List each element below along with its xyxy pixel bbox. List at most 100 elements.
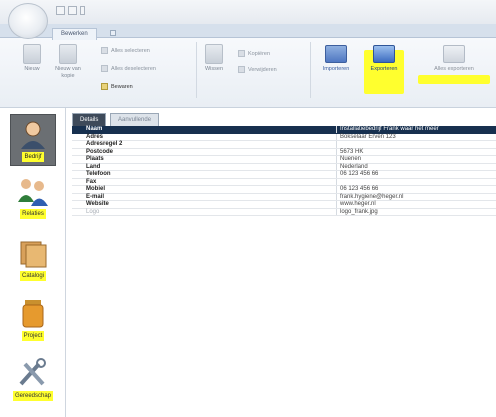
export-all-button[interactable]: Alles exporteren: [418, 45, 490, 73]
column-divider: [336, 126, 337, 133]
remove-label: Verwijderen: [248, 67, 277, 73]
new-button[interactable]: Nieuw: [14, 44, 50, 73]
table-row[interactable]: Naam Installatiebedrijf Frank waar het m…: [72, 126, 496, 134]
import-button[interactable]: Importeren: [314, 45, 358, 73]
field-label: Land: [86, 163, 101, 170]
copy-button[interactable]: Kopiëren: [238, 50, 270, 59]
tab-bewerken[interactable]: Bewerken: [52, 28, 97, 40]
export-button[interactable]: Exporteren: [364, 45, 404, 73]
tab-aanvullende[interactable]: Aanvullende: [110, 113, 160, 126]
remove-button[interactable]: Verwijderen: [238, 66, 277, 75]
nav-item-catalogi[interactable]: Catalogi: [10, 238, 56, 281]
column-divider: [336, 163, 337, 170]
new-from-copy-label-1: Nieuw van: [55, 66, 81, 72]
ribbon-separator: [310, 42, 311, 98]
table-row[interactable]: Adres Bokselaar Erven 123: [72, 133, 496, 142]
delete-label: Wissen: [204, 66, 224, 72]
save-icon: [101, 83, 108, 91]
new-from-copy-label-2: kopie: [61, 73, 75, 79]
tools-icon: [19, 358, 46, 386]
remove-icon: [238, 66, 245, 74]
column-divider: [336, 178, 337, 185]
table-row[interactable]: Telefoon 06 123 456 66: [72, 171, 496, 179]
deselect-all-label: Alles deselecteren: [111, 66, 156, 72]
field-value[interactable]: frank.hygiene@heger.nl: [340, 194, 403, 202]
select-all-label: Alles selecteren: [111, 48, 150, 54]
field-label: Adresregel 2: [86, 141, 123, 147]
document-icon: [23, 44, 41, 64]
highlight-mark: [418, 75, 490, 84]
nav-label-gereedschap: Gereedschap: [12, 391, 54, 401]
field-label: Adres: [86, 133, 104, 140]
delete-button[interactable]: Wissen: [196, 44, 232, 73]
undo-icon[interactable]: [68, 6, 77, 15]
column-divider: [336, 171, 337, 178]
column-divider: [336, 193, 337, 200]
nav-label-relaties: Relaties: [20, 209, 46, 219]
help-icon[interactable]: [110, 30, 116, 36]
field-label: Naam: [86, 126, 103, 132]
deselect-all-button[interactable]: Alles deselecteren: [101, 65, 156, 74]
nav-item-gereedschap[interactable]: Gereedschap: [10, 358, 56, 401]
new-from-copy-button[interactable]: Nieuw van kopie: [50, 44, 86, 80]
export-all-icon: [443, 45, 465, 63]
chevron-down-icon[interactable]: [80, 6, 85, 15]
table-row[interactable]: E-mail frank.hygiene@heger.nl: [72, 193, 496, 202]
save-button[interactable]: Bewaren: [101, 83, 133, 92]
table-row[interactable]: Plaats Nuenen: [72, 156, 496, 164]
field-value[interactable]: logo_frank.jpg: [340, 209, 378, 217]
field-value[interactable]: Bokselaar Erven 123: [340, 134, 396, 142]
table-row[interactable]: Adresregel 2: [72, 141, 496, 149]
table-row[interactable]: Postcode 5673 HK: [72, 148, 496, 157]
column-divider: [336, 156, 337, 163]
import-label: Importeren: [322, 66, 350, 72]
property-grid: Naam Installatiebedrijf Frank waar het m…: [72, 126, 496, 216]
copy-icon: [238, 50, 245, 58]
import-icon: [325, 45, 347, 63]
field-value[interactable]: www.heger.nl: [340, 201, 376, 209]
table-row[interactable]: Land Nederland: [72, 163, 496, 172]
table-icon: [205, 44, 223, 64]
field-value[interactable]: Nuenen: [340, 156, 361, 164]
table-row[interactable]: Logo logo_frank.jpg: [72, 208, 496, 217]
application-menu-button[interactable]: [8, 3, 48, 39]
nav-item-bedrijf[interactable]: Bedrijf: [10, 114, 56, 166]
export-icon: [373, 45, 395, 63]
column-divider: [336, 148, 337, 155]
export-all-label: Alles exporteren: [434, 66, 474, 72]
nav-label-project: Project: [21, 331, 45, 341]
copy-label: Kopiëren: [248, 51, 271, 57]
new-label: Nieuw: [24, 66, 40, 72]
table-row[interactable]: Fax: [72, 178, 496, 186]
export-label: Exporteren: [370, 66, 398, 72]
field-value[interactable]: Nederland: [340, 164, 368, 172]
field-value[interactable]: 06 123 456 66: [340, 186, 378, 194]
nav-item-project[interactable]: Project: [10, 298, 56, 341]
column-divider: [336, 133, 337, 140]
column-divider: [336, 141, 337, 148]
nav-item-relaties[interactable]: Relaties: [10, 176, 56, 219]
copy-document-icon: [59, 44, 77, 64]
save-icon[interactable]: [56, 6, 65, 15]
column-divider: [336, 208, 337, 215]
table-row[interactable]: Website www.heger.nl: [72, 201, 496, 209]
field-value[interactable]: 06 123 456 66: [340, 171, 378, 179]
save-label: Bewaren: [111, 84, 133, 90]
field-label: Mobiel: [86, 186, 105, 192]
field-label: Fax: [86, 178, 97, 185]
person-icon: [21, 121, 45, 149]
select-all-button[interactable]: Alles selecteren: [101, 47, 150, 56]
select-all-icon: [101, 47, 108, 55]
field-label: Postcode: [86, 148, 114, 155]
table-row[interactable]: Mobiel 06 123 456 66: [72, 186, 496, 194]
field-label: E-mail: [86, 193, 105, 200]
jar-icon: [22, 300, 44, 328]
field-value[interactable]: 5673 HK: [340, 149, 363, 157]
column-divider: [336, 186, 337, 193]
tab-details[interactable]: Details: [72, 113, 107, 126]
nav-label-bedrijf: Bedrijf: [22, 152, 44, 162]
field-value[interactable]: Installatiebedrijf Frank waar het meer: [340, 126, 439, 134]
field-label: Logo: [86, 208, 100, 215]
people-icon: [18, 179, 48, 206]
field-label: Telefoon: [86, 171, 111, 177]
